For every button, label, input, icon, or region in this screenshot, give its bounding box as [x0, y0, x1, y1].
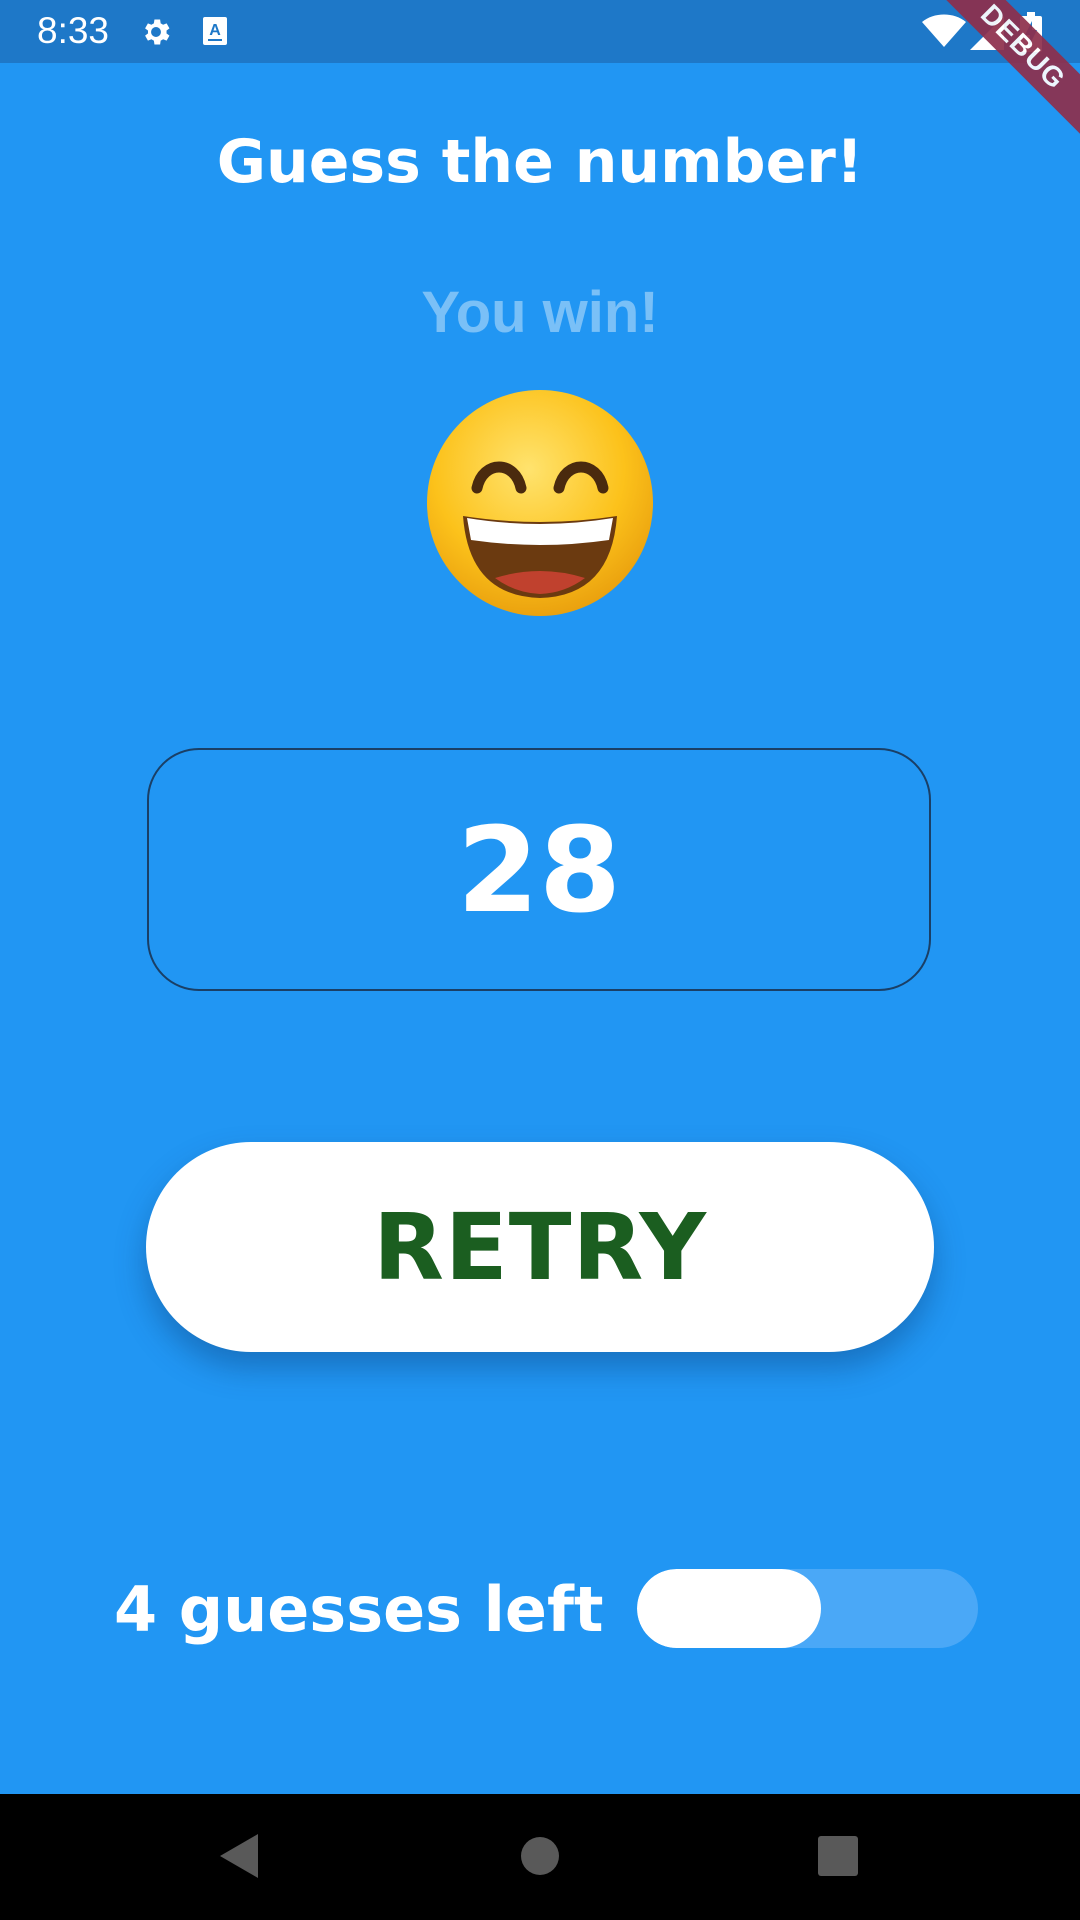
guesses-progress-bar: [637, 1569, 978, 1648]
retry-button[interactable]: RETRY: [146, 1142, 934, 1352]
result-text: You win!: [421, 280, 659, 345]
back-icon[interactable]: [210, 1826, 270, 1886]
game-screen: 8:33 A DEBUG Guess the number! You win! …: [0, 0, 1080, 1920]
recents-icon[interactable]: [808, 1826, 868, 1886]
settings-icon: [139, 15, 173, 53]
page-title: Guess the number!: [216, 127, 864, 197]
guesses-left-label: 4 guesses left: [114, 1573, 604, 1646]
status-bar: 8:33 A: [0, 0, 1080, 63]
status-time: 8:33: [37, 10, 110, 51]
home-icon[interactable]: [510, 1826, 570, 1886]
guesses-progress-fill: [637, 1569, 822, 1648]
guess-value: 28: [456, 800, 622, 939]
svg-text:A: A: [209, 22, 221, 39]
grinning-face-icon: [425, 388, 655, 618]
retry-button-label: RETRY: [373, 1193, 707, 1301]
guess-input[interactable]: 28: [147, 748, 931, 991]
keyboard-a-icon: A: [202, 16, 228, 50]
navigation-bar: [0, 1794, 1080, 1920]
wifi-icon: [922, 14, 966, 52]
